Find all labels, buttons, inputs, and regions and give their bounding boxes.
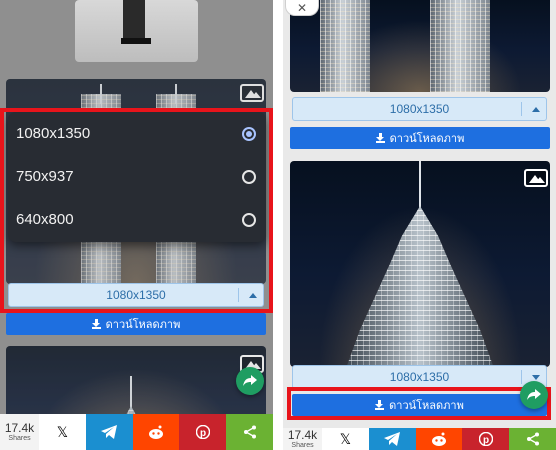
download-button-label: ดาวน์โหลดภาพ [105,319,181,331]
download-button[interactable]: ดาวน์โหลดภาพ [6,313,266,335]
share-count-label: Shares [8,434,31,442]
share-count-number: 17.4k [287,427,318,442]
share-telegram-button[interactable] [368,428,416,450]
share-pinterest-button[interactable]: p [462,428,510,450]
share-x-button[interactable]: 𝕏 [39,414,86,450]
share-reddit-button[interactable] [132,414,180,450]
caret-down-icon [532,375,540,380]
person-shoes [121,38,151,44]
share-count-label: Shares [291,441,314,449]
screenshot-stage: 1080x1350 ดาวน์โหลดภาพ 1080x1350 750x937 [0,0,556,450]
resolution-select[interactable]: 1080x1350 [292,365,547,389]
svg-text:p: p [200,428,206,439]
reddit-icon [431,432,446,446]
share-count: 17.4k Shares [0,414,39,450]
tower-top [345,206,495,367]
share-more-button[interactable] [226,414,273,450]
pinterest-icon: p [478,432,493,446]
share-x-button[interactable]: 𝕏 [322,428,369,450]
resolution-select-value: 1080x1350 [389,102,450,116]
share-icon [526,432,539,446]
highlight-box-dropdown [0,108,273,313]
pinterest-icon: p [195,425,210,439]
close-icon: ✕ [296,0,308,15]
share-bar: 17.4k Shares 𝕏 p [283,428,556,450]
tower-right [430,0,490,92]
caret-up-icon [532,107,540,112]
share-arrow-icon [243,375,257,386]
person-figure [123,0,145,40]
telegram-icon [101,425,118,439]
highlight-box-download [287,387,551,420]
resolution-select-value: 1080x1350 [389,370,450,384]
download-icon [375,133,385,143]
x-icon: 𝕏 [339,430,352,447]
telegram-icon [384,432,401,446]
download-button[interactable]: ดาวน์โหลดภาพ [290,127,550,149]
image-icon [524,169,548,187]
tower-left [320,0,370,92]
top-image-card[interactable] [75,0,198,62]
share-icon [243,425,256,439]
download-icon [91,319,101,329]
download-button-label: ดาวน์โหลดภาพ [389,133,465,145]
floating-share-button[interactable] [236,367,264,395]
panel-divider [273,0,283,450]
svg-text:p: p [483,435,489,446]
floating-share-button[interactable] [520,381,548,409]
reddit-icon [148,425,163,439]
share-more-button[interactable] [509,428,556,450]
image-icon [240,84,264,102]
image-card-2[interactable] [290,161,550,367]
right-screen: ✕ 1080x1350 ดาวน์โหลดภาพ 1080x1350 ดาวน์… [283,0,556,450]
resolution-select[interactable]: 1080x1350 [292,97,547,121]
share-count-number: 17.4k [4,420,35,435]
share-pinterest-button[interactable]: p [179,414,227,450]
share-bar: 17.4k Shares 𝕏 p [0,414,273,450]
image-card-1[interactable] [290,0,550,92]
share-telegram-button[interactable] [85,414,133,450]
share-count: 17.4k Shares [283,428,322,450]
share-reddit-button[interactable] [415,428,463,450]
left-screen: 1080x1350 ดาวน์โหลดภาพ 1080x1350 750x937 [0,0,273,450]
close-button[interactable]: ✕ [285,0,319,16]
share-arrow-icon [527,389,541,400]
x-icon: 𝕏 [56,423,69,440]
